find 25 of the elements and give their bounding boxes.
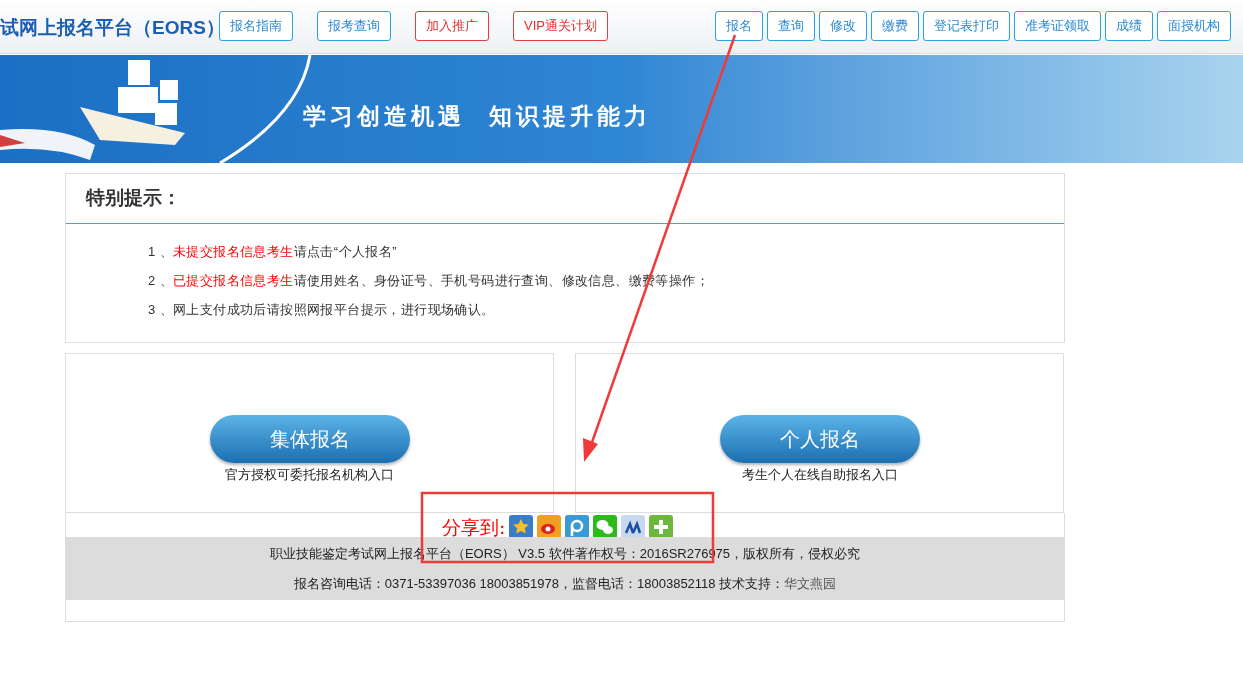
nav-link[interactable]: 登记表打印 — [923, 11, 1010, 41]
entry-caption: 考生个人在线自助报名入口 — [741, 466, 898, 484]
nav-link[interactable]: 修改 — [819, 11, 867, 41]
nav-link[interactable]: 成绩 — [1105, 11, 1153, 41]
contact-text: 报名咨询电话：0371-53397036 18003851978，监督电话：18003852118 技术支持： — [293, 574, 785, 593]
register-button[interactable]: 个人报名 — [719, 415, 920, 463]
nav-link[interactable]: 报考查询 — [317, 11, 391, 41]
nav-link[interactable]: VIP通关计划 — [513, 11, 608, 41]
nav-link[interactable]: 准考证领取 — [1014, 11, 1101, 41]
nav-link[interactable]: 面授机构 — [1157, 11, 1231, 41]
nav-link[interactable]: 缴费 — [871, 11, 919, 41]
p-letter-icon[interactable] — [565, 515, 590, 540]
entry-caption: 官方授权可委托报名机构入口 — [225, 466, 394, 484]
banner-slogan: 学习创造机遇 知识提升能力 — [303, 101, 651, 131]
notice-title: 特别提示： — [86, 186, 181, 211]
nav-link[interactable]: 报名 — [715, 11, 763, 41]
nav-link[interactable]: 查询 — [767, 11, 815, 41]
share-label: 分享到: — [442, 515, 506, 540]
register-button[interactable]: 集体报名 — [209, 415, 410, 463]
support-link[interactable]: 华文燕园 — [784, 573, 837, 593]
weibo-eye-icon[interactable] — [537, 515, 562, 540]
notice-item: 3 、网上支付成功后请按照网报平台提示，进行现场确认。 — [148, 301, 496, 319]
nav-link[interactable]: 加入推广 — [415, 11, 489, 41]
notice-item: 1 、未提交报名信息考生请点击“个人报名” — [148, 243, 398, 261]
nav-link[interactable]: 报名指南 — [219, 11, 293, 41]
